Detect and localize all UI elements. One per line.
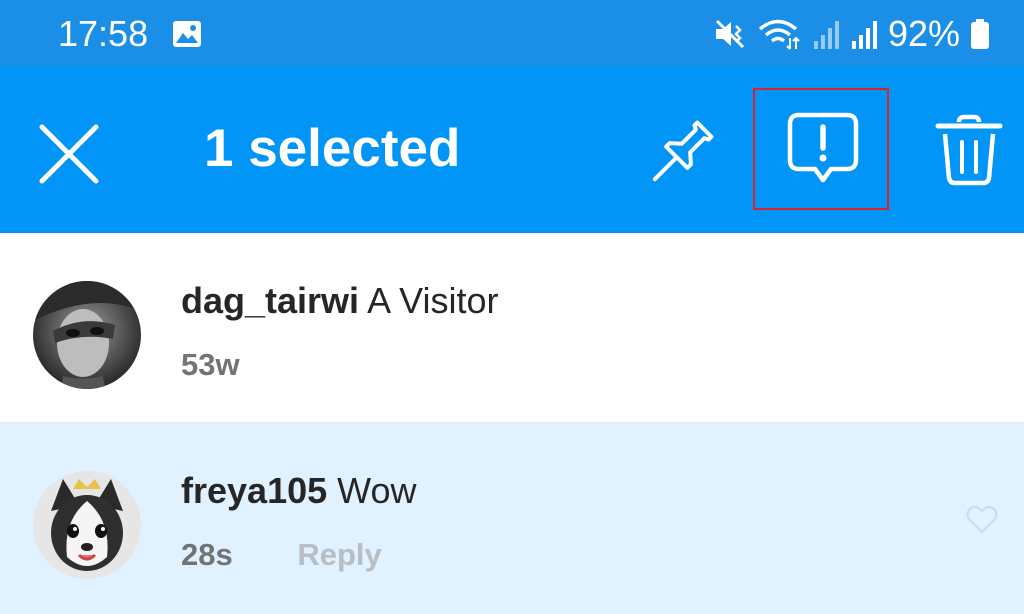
comment-meta: 53w <box>181 345 240 385</box>
comment-username[interactable]: dag_tairwi <box>181 280 359 321</box>
reply-button[interactable]: Reply <box>297 537 381 572</box>
comment-row[interactable]: dag_tairwi A Visitor 53w <box>0 233 1024 423</box>
selection-toolbar: 1 selected <box>0 66 1024 233</box>
heart-icon[interactable] <box>964 501 1000 537</box>
comment-text: dag_tairwi A Visitor <box>181 281 498 321</box>
selection-title: 1 selected <box>204 119 461 178</box>
battery-percent: 92% <box>887 13 960 54</box>
status-bar: 17:58 92% <box>0 0 1024 66</box>
comment-body: Wow <box>337 470 417 511</box>
signal-icon <box>851 21 877 49</box>
report-button[interactable] <box>753 88 889 210</box>
signal-icon <box>813 21 839 49</box>
comment-username[interactable]: freya105 <box>181 470 327 511</box>
comment-row-selected[interactable]: freya105 Wow 28s Reply <box>0 423 1024 614</box>
comment-timestamp: 28s <box>181 537 233 572</box>
wifi-data-icon <box>758 19 800 50</box>
comment-meta: 28s Reply <box>181 535 382 575</box>
status-time: 17:58 <box>58 13 149 54</box>
husky-avatar-image <box>33 471 141 579</box>
trash-icon[interactable] <box>935 114 1003 186</box>
status-right-icons: 92% <box>714 12 990 56</box>
mute-vibrate-icon <box>715 19 744 49</box>
battery-icon <box>971 19 989 49</box>
avatar[interactable] <box>33 281 141 389</box>
gallery-icon <box>173 21 201 47</box>
avatar[interactable] <box>33 471 141 579</box>
comment-text: freya105 Wow <box>181 471 417 511</box>
masked-face-avatar-image <box>33 281 141 389</box>
comment-body: A Visitor <box>367 280 499 321</box>
comment-timestamp: 53w <box>181 347 240 382</box>
close-icon[interactable] <box>36 121 102 187</box>
report-icon <box>787 112 859 183</box>
pin-icon[interactable] <box>640 112 722 194</box>
